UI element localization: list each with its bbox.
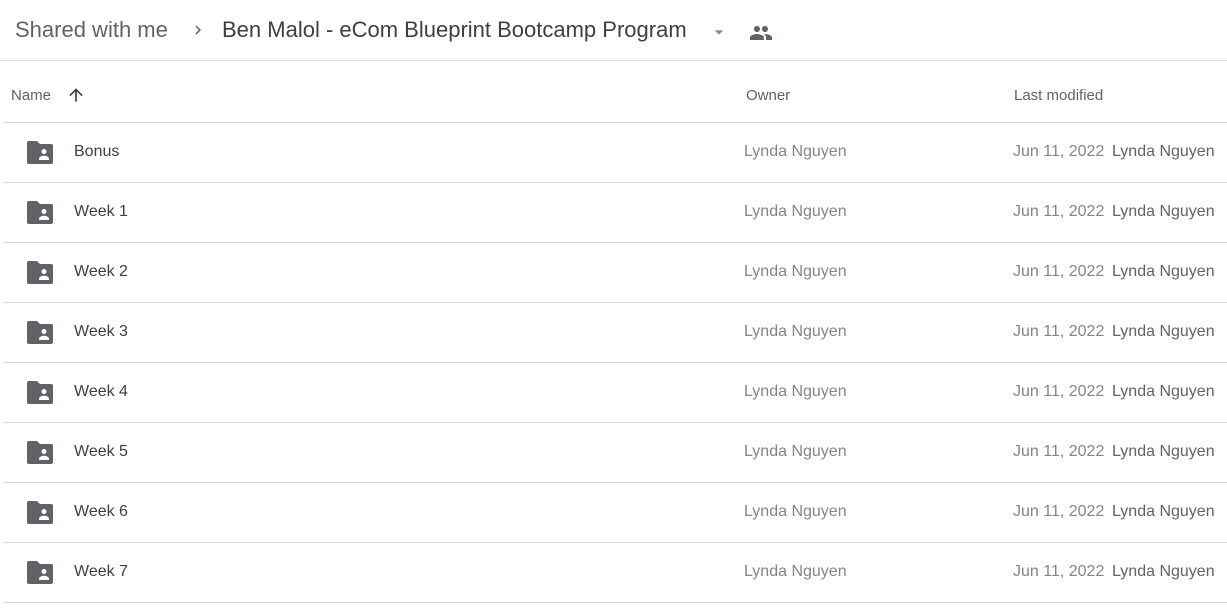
file-name: Week 3 (74, 323, 128, 340)
file-modified-by: Lynda Nguyen (1112, 563, 1215, 580)
file-modified-date: Jun 11, 2022 (1013, 143, 1105, 160)
file-owner: Lynda Nguyen (744, 323, 847, 340)
shared-folder-icon (27, 201, 53, 224)
file-modified-by: Lynda Nguyen (1112, 503, 1215, 520)
shared-folder-icon (27, 381, 53, 404)
shared-folder-icon (27, 141, 53, 164)
file-list: Bonus Lynda Nguyen Jun 11, 2022 Lynda Ng… (3, 123, 1227, 603)
breadcrumb-current-folder[interactable]: Ben Malol - eCom Blueprint Bootcamp Prog… (222, 17, 687, 43)
file-name: Week 5 (74, 443, 128, 460)
file-modified-date: Jun 11, 2022 (1013, 263, 1105, 280)
file-modified-date: Jun 11, 2022 (1013, 383, 1105, 400)
column-header-row: Name Owner Last modified (3, 61, 1227, 123)
file-row[interactable]: Week 5 Lynda Nguyen Jun 11, 2022 Lynda N… (3, 423, 1227, 483)
shared-folder-icon (27, 261, 53, 284)
chevron-right-icon (195, 25, 201, 35)
breadcrumb: Shared with me Ben Malol - eCom Blueprin… (0, 0, 1227, 61)
file-modified-date: Jun 11, 2022 (1013, 203, 1105, 220)
file-row[interactable]: Week 2 Lynda Nguyen Jun 11, 2022 Lynda N… (3, 243, 1227, 303)
file-row[interactable]: Week 4 Lynda Nguyen Jun 11, 2022 Lynda N… (3, 363, 1227, 423)
file-modified-by: Lynda Nguyen (1112, 203, 1215, 220)
file-row[interactable]: Bonus Lynda Nguyen Jun 11, 2022 Lynda Ng… (3, 123, 1227, 183)
file-modified-by: Lynda Nguyen (1112, 323, 1215, 340)
file-name: Week 6 (74, 503, 128, 520)
file-modified-date: Jun 11, 2022 (1013, 323, 1105, 340)
file-owner: Lynda Nguyen (744, 563, 847, 580)
column-header-name[interactable]: Name (11, 87, 51, 104)
file-modified-by: Lynda Nguyen (1112, 443, 1215, 460)
file-row[interactable]: Week 6 Lynda Nguyen Jun 11, 2022 Lynda N… (3, 483, 1227, 543)
file-modified-date: Jun 11, 2022 (1013, 443, 1105, 460)
arrow-up-icon[interactable] (66, 85, 86, 105)
file-row[interactable]: Week 3 Lynda Nguyen Jun 11, 2022 Lynda N… (3, 303, 1227, 363)
shared-folder-icon (27, 501, 53, 524)
file-owner: Lynda Nguyen (744, 263, 847, 280)
file-row[interactable]: Week 1 Lynda Nguyen Jun 11, 2022 Lynda N… (3, 183, 1227, 243)
shared-folder-icon (27, 321, 53, 344)
file-owner: Lynda Nguyen (744, 203, 847, 220)
file-owner: Lynda Nguyen (744, 503, 847, 520)
file-modified-by: Lynda Nguyen (1112, 143, 1215, 160)
shared-folder-icon (27, 561, 53, 584)
file-name: Week 7 (74, 563, 128, 580)
shared-folder-icon (27, 441, 53, 464)
people-icon (750, 26, 772, 40)
file-owner: Lynda Nguyen (744, 143, 847, 160)
file-name: Week 2 (74, 263, 128, 280)
file-modified-by: Lynda Nguyen (1112, 263, 1215, 280)
column-header-last-modified[interactable]: Last modified (1014, 87, 1103, 104)
file-name: Week 4 (74, 383, 128, 400)
caret-down-icon[interactable] (709, 22, 729, 42)
file-owner: Lynda Nguyen (744, 383, 847, 400)
file-modified-date: Jun 11, 2022 (1013, 563, 1105, 580)
file-row[interactable]: Week 7 Lynda Nguyen Jun 11, 2022 Lynda N… (3, 543, 1227, 603)
file-modified-date: Jun 11, 2022 (1013, 503, 1105, 520)
file-owner: Lynda Nguyen (744, 443, 847, 460)
file-modified-by: Lynda Nguyen (1112, 383, 1215, 400)
file-name: Bonus (74, 143, 120, 160)
breadcrumb-shared-with-me[interactable]: Shared with me (15, 17, 168, 43)
column-header-owner[interactable]: Owner (746, 87, 790, 104)
file-name: Week 1 (74, 203, 128, 220)
